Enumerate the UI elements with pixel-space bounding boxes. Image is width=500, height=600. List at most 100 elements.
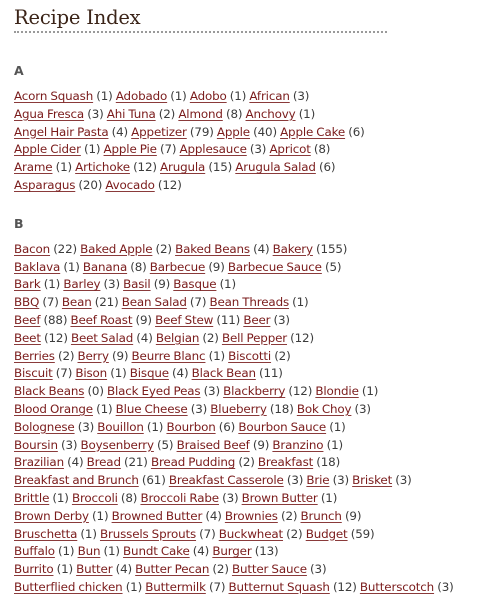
recipe-category-link[interactable]: Applesauce bbox=[180, 142, 247, 156]
recipe-category-link[interactable]: Brie bbox=[306, 473, 329, 487]
recipe-category-link[interactable]: African bbox=[249, 89, 290, 103]
recipe-category-link[interactable]: Bread bbox=[87, 455, 121, 469]
recipe-category-link[interactable]: Almond bbox=[178, 107, 223, 121]
recipe-category-link[interactable]: Ahi Tuna bbox=[107, 107, 156, 121]
recipe-category-link[interactable]: Boursin bbox=[14, 438, 58, 452]
recipe-category-link[interactable]: Bison bbox=[75, 366, 107, 380]
recipe-category-link[interactable]: Beet bbox=[14, 331, 41, 345]
recipe-category-link[interactable]: Angel Hair Pasta bbox=[14, 125, 109, 139]
recipe-category-link[interactable]: Beet Salad bbox=[71, 331, 133, 345]
recipe-category-link[interactable]: Burrito bbox=[14, 562, 54, 576]
recipe-category-link[interactable]: Brownies bbox=[225, 509, 278, 523]
recipe-category-link[interactable]: Arugula bbox=[160, 160, 205, 174]
recipe-category-link[interactable]: Bundt Cake bbox=[123, 544, 190, 558]
recipe-category-link[interactable]: Budget bbox=[306, 527, 348, 541]
recipe-category-link[interactable]: Basque bbox=[173, 277, 216, 291]
recipe-category-link[interactable]: Brown Butter bbox=[242, 491, 318, 505]
recipe-category-link[interactable]: Asparagus bbox=[14, 178, 75, 192]
recipe-category-link[interactable]: Broccoli Rabe bbox=[140, 491, 219, 505]
recipe-category-link[interactable]: Buckwheat bbox=[219, 527, 283, 541]
recipe-category-link[interactable]: Beef bbox=[14, 313, 41, 327]
recipe-category-link[interactable]: Banana bbox=[83, 260, 127, 274]
recipe-category-link[interactable]: Berry bbox=[78, 349, 109, 363]
recipe-category-link[interactable]: Bakery bbox=[273, 242, 313, 256]
recipe-category-link[interactable]: Brown Derby bbox=[14, 509, 89, 523]
recipe-category-link[interactable]: Apple Pie bbox=[104, 142, 157, 156]
recipe-category-link[interactable]: Brunch bbox=[301, 509, 342, 523]
recipe-category-link[interactable]: Barley bbox=[63, 277, 100, 291]
recipe-category-link[interactable]: Brisket bbox=[352, 473, 392, 487]
recipe-category-link[interactable]: Blood Orange bbox=[14, 402, 93, 416]
recipe-category-link[interactable]: Belgian bbox=[156, 331, 200, 345]
recipe-category-link[interactable]: Berries bbox=[14, 349, 55, 363]
recipe-category-link[interactable]: Acorn Squash bbox=[14, 89, 93, 103]
recipe-category-link[interactable]: Adobado bbox=[116, 89, 168, 103]
recipe-category-link[interactable]: Bean Threads bbox=[209, 295, 289, 309]
recipe-category-link[interactable]: Avocado bbox=[105, 178, 155, 192]
recipe-category-link[interactable]: Bourbon Sauce bbox=[238, 420, 326, 434]
recipe-category-link[interactable]: Bok Choy bbox=[297, 402, 352, 416]
recipe-category-link[interactable]: Biscotti bbox=[228, 349, 271, 363]
recipe-category-link[interactable]: Burger bbox=[212, 544, 251, 558]
recipe-category-link[interactable]: Barbecue Sauce bbox=[228, 260, 322, 274]
recipe-category-link[interactable]: Black Bean bbox=[192, 366, 256, 380]
recipe-category-link[interactable]: Bun bbox=[78, 544, 101, 558]
recipe-category-link[interactable]: Baklava bbox=[14, 260, 60, 274]
recipe-category-link[interactable]: Broccoli bbox=[72, 491, 118, 505]
recipe-category-link[interactable]: Black Beans bbox=[14, 384, 84, 398]
recipe-category-link[interactable]: Bread Pudding bbox=[151, 455, 235, 469]
recipe-category-link[interactable]: Breakfast Casserole bbox=[169, 473, 284, 487]
recipe-category-link[interactable]: Bell Pepper bbox=[222, 331, 287, 345]
recipe-category-link[interactable]: Breakfast bbox=[258, 455, 313, 469]
recipe-category-link[interactable]: Bouillon bbox=[97, 420, 144, 434]
recipe-category-link[interactable]: Agua Fresca bbox=[14, 107, 84, 121]
recipe-category-link[interactable]: Bourbon bbox=[166, 420, 215, 434]
recipe-category-link[interactable]: Bisque bbox=[130, 366, 169, 380]
recipe-category-link[interactable]: Buttermilk bbox=[145, 580, 206, 594]
recipe-category-link[interactable]: Bean Salad bbox=[122, 295, 187, 309]
recipe-category-link[interactable]: Appetizer bbox=[131, 125, 187, 139]
recipe-category-link[interactable]: Bark bbox=[14, 277, 41, 291]
recipe-category-link[interactable]: Blue Cheese bbox=[116, 402, 188, 416]
recipe-category-link[interactable]: Bean bbox=[62, 295, 92, 309]
recipe-category-link[interactable]: Artichoke bbox=[75, 160, 130, 174]
recipe-category-link[interactable]: Adobo bbox=[190, 89, 227, 103]
recipe-category-link[interactable]: Black Eyed Peas bbox=[107, 384, 201, 398]
recipe-category-link[interactable]: Buffalo bbox=[14, 544, 55, 558]
recipe-category-link[interactable]: Bolognese bbox=[14, 420, 75, 434]
recipe-category-link[interactable]: Breakfast and Brunch bbox=[14, 473, 139, 487]
recipe-category-link[interactable]: Brazilian bbox=[14, 455, 64, 469]
recipe-category-link[interactable]: Butter bbox=[76, 562, 112, 576]
recipe-category-link[interactable]: Baked Apple bbox=[80, 242, 152, 256]
recipe-category-link[interactable]: Apricot bbox=[269, 142, 310, 156]
recipe-category-link[interactable]: Bacon bbox=[14, 242, 50, 256]
recipe-category-link[interactable]: Beurre Blanc bbox=[132, 349, 206, 363]
recipe-category-link[interactable]: Browned Butter bbox=[112, 509, 203, 523]
recipe-category-link[interactable]: Branzino bbox=[272, 438, 323, 452]
recipe-category-link[interactable]: Barbecue bbox=[150, 260, 206, 274]
recipe-category-link[interactable]: Beef Roast bbox=[70, 313, 132, 327]
recipe-category-link[interactable]: Brittle bbox=[14, 491, 49, 505]
recipe-category-link[interactable]: Basil bbox=[123, 277, 151, 291]
recipe-category-link[interactable]: Apple Cake bbox=[280, 125, 345, 139]
recipe-category-link[interactable]: Biscuit bbox=[14, 366, 53, 380]
recipe-category-link[interactable]: BBQ bbox=[14, 295, 39, 309]
recipe-category-link[interactable]: Butter Sauce bbox=[232, 562, 307, 576]
recipe-category-link[interactable]: Beer bbox=[243, 313, 270, 327]
recipe-category-link[interactable]: Blackberry bbox=[223, 384, 285, 398]
recipe-category-link[interactable]: Blondie bbox=[315, 384, 359, 398]
recipe-category-link[interactable]: Arugula Salad bbox=[235, 160, 316, 174]
recipe-category-link[interactable]: Arame bbox=[14, 160, 53, 174]
recipe-category-link[interactable]: Butterscotch bbox=[360, 580, 434, 594]
recipe-category-link[interactable]: Beef Stew bbox=[155, 313, 213, 327]
recipe-category-link[interactable]: Brussels Sprouts bbox=[100, 527, 196, 541]
recipe-category-link[interactable]: Bruschetta bbox=[14, 527, 77, 541]
recipe-category-link[interactable]: Boysenberry bbox=[81, 438, 154, 452]
recipe-category-link[interactable]: Butternut Squash bbox=[229, 580, 330, 594]
recipe-category-link[interactable]: Butterflied chicken bbox=[14, 580, 123, 594]
recipe-category-link[interactable]: Butter Pecan bbox=[135, 562, 209, 576]
recipe-category-link[interactable]: Anchovy bbox=[246, 107, 296, 121]
recipe-category-link[interactable]: Apple Cider bbox=[14, 142, 81, 156]
recipe-category-link[interactable]: Braised Beef bbox=[177, 438, 250, 452]
recipe-category-link[interactable]: Baked Beans bbox=[175, 242, 250, 256]
